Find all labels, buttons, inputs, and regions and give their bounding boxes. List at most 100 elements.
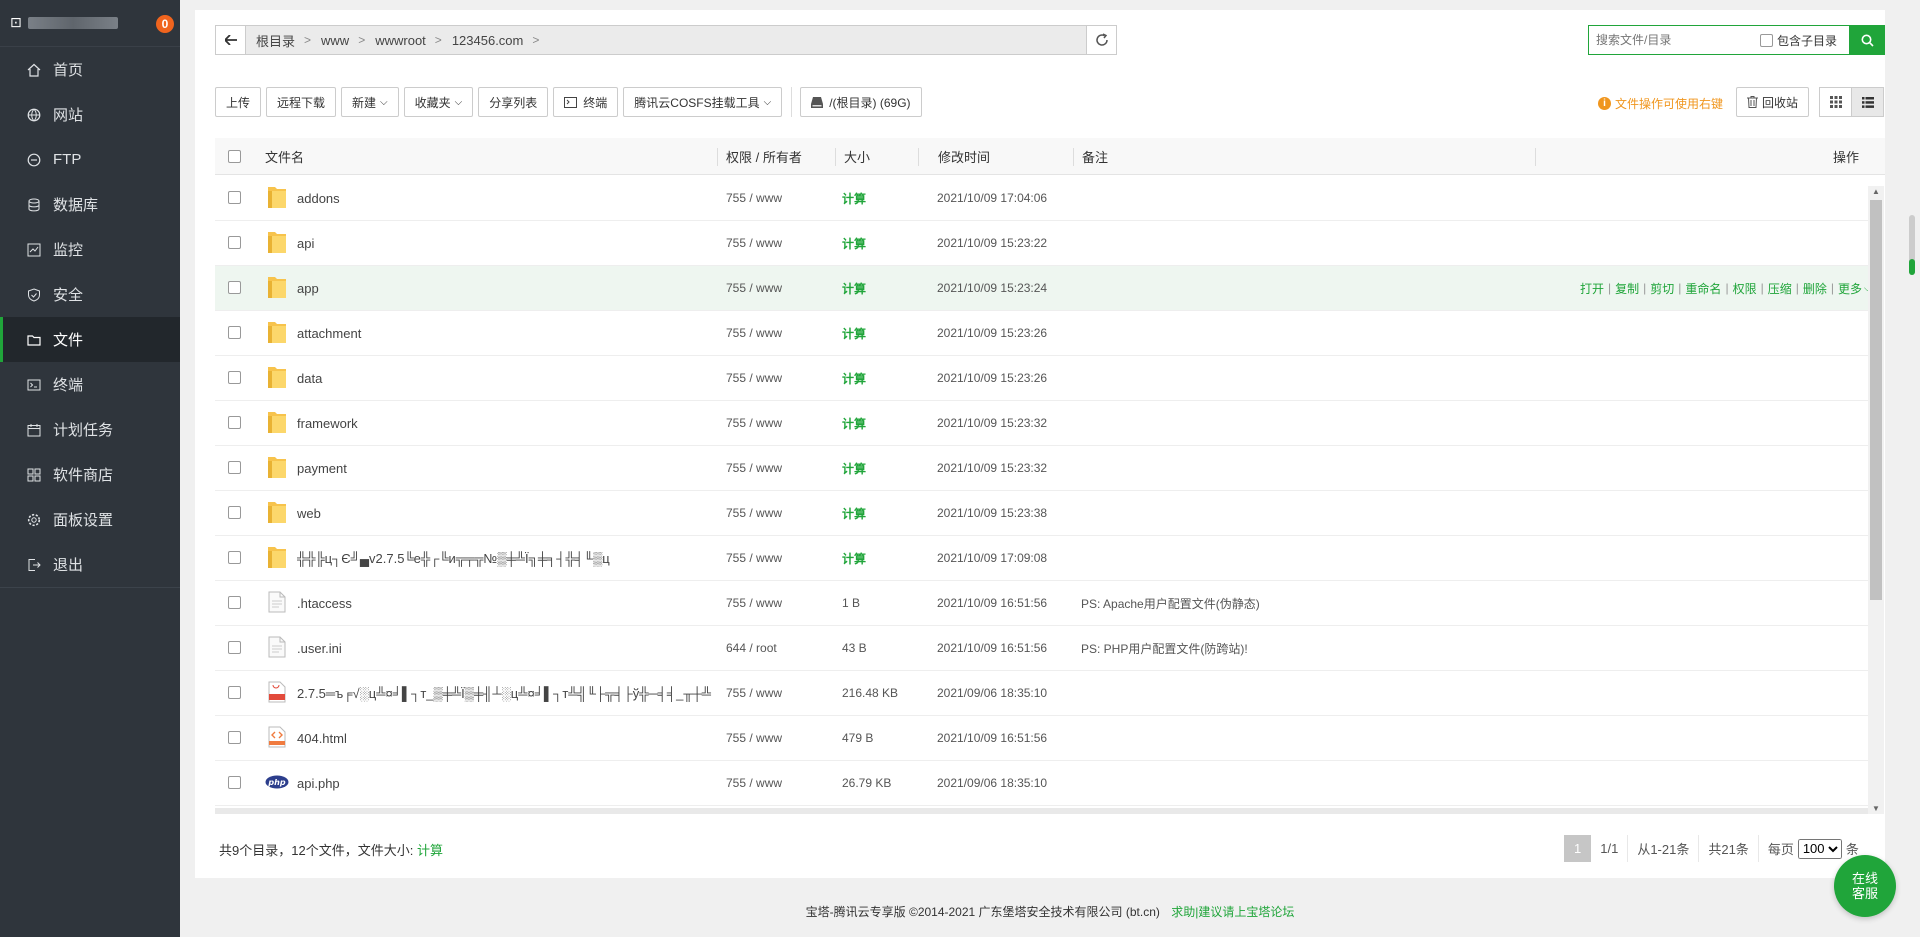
sidebar-item[interactable]: FTP	[0, 137, 180, 182]
file-name[interactable]: 2.7.5═ъ╒√░ц╩¤╛▌┐т_▒╪╩Ї▒╪╢┴░ц╩¤╛▌┐т╩╣╙├╦╡…	[297, 671, 712, 715]
recycle-bin-button[interactable]: 回收站	[1736, 87, 1810, 117]
file-name[interactable]: .user.ini	[297, 626, 712, 670]
row-checkbox[interactable]	[228, 416, 241, 429]
header-name[interactable]: 文件名	[265, 138, 304, 175]
table-row[interactable]: .htaccess 755 / www 1 B 2021/10/09 16:51:56…	[215, 581, 1868, 626]
breadcrumb-item[interactable]: wwwroot >	[375, 33, 452, 48]
upload-button[interactable]: 上传	[215, 87, 262, 117]
file-perm[interactable]: 755 / www	[726, 401, 782, 445]
per-page-select[interactable]: 100	[1797, 838, 1842, 859]
breadcrumb-item[interactable]: 根目录 >	[256, 31, 321, 50]
table-row[interactable]: payment 755 / www 计算 2021/10/09 15:23:32	[215, 446, 1868, 491]
row-action[interactable]: 复制	[1615, 280, 1639, 297]
file-note[interactable]: PS: Apache用户配置文件(伪静态)	[1081, 581, 1260, 625]
sidebar-item[interactable]: 计划任务	[0, 407, 180, 452]
sidebar-item[interactable]: 首页	[0, 47, 180, 92]
file-name[interactable]: attachment	[297, 311, 712, 355]
table-row[interactable]: data 755 / www 计算 2021/10/09 15:23:26	[215, 356, 1868, 401]
header-mtime[interactable]: 修改时间	[938, 138, 990, 175]
row-action[interactable]: 压缩	[1768, 280, 1792, 297]
row-checkbox[interactable]	[228, 506, 241, 519]
new-dropdown[interactable]: 新建 ⌵	[341, 87, 399, 117]
online-support-button[interactable]: 在线客服	[1834, 855, 1896, 917]
table-row[interactable]: api 755 / www 计算 2021/10/09 15:23:22	[215, 221, 1868, 266]
file-note[interactable]: PS: PHP用户配置文件(防跨站)!	[1081, 626, 1248, 670]
table-row[interactable]: attachment 755 / www 计算 2021/10/09 15:23:26	[215, 311, 1868, 356]
row-checkbox[interactable]	[228, 641, 241, 654]
sidebar-item[interactable]: 软件商店	[0, 452, 180, 497]
table-row[interactable]: php api.php 755 / www 26.79 KB 2021/09/06 18…	[215, 761, 1868, 806]
sidebar-item[interactable]: 数据库	[0, 182, 180, 227]
header-perm[interactable]: 权限 / 所有者	[726, 138, 802, 175]
file-perm[interactable]: 755 / www	[726, 446, 782, 490]
row-action[interactable]: 更多	[1838, 280, 1862, 297]
sidebar-item[interactable]: 安全	[0, 272, 180, 317]
file-size[interactable]: 计算	[842, 266, 866, 310]
select-all-checkbox[interactable]	[228, 150, 241, 163]
table-row[interactable]: 404.html 755 / www 479 B 2021/10/09 16:51:5…	[215, 716, 1868, 761]
list-view-button[interactable]	[1851, 87, 1884, 117]
remote-download-button[interactable]: 远程下载	[266, 87, 337, 117]
table-row[interactable]: web 755 / www 计算 2021/10/09 15:23:38	[215, 491, 1868, 536]
table-row[interactable]: addons 755 / www 计算 2021/10/09 17:04:06	[215, 176, 1868, 221]
file-name[interactable]: .htaccess	[297, 581, 712, 625]
file-name[interactable]: app	[297, 266, 712, 310]
sidebar-item[interactable]: 网站	[0, 92, 180, 137]
row-checkbox[interactable]	[228, 326, 241, 339]
row-action[interactable]: 删除	[1803, 280, 1827, 297]
table-row[interactable]: framework 755 / www 计算 2021/10/09 15:23:32	[215, 401, 1868, 446]
scroll-up-icon[interactable]: ▲	[1872, 187, 1880, 196]
file-name[interactable]: framework	[297, 401, 712, 445]
file-name[interactable]: 404.html	[297, 716, 712, 760]
row-action[interactable]: 权限	[1733, 280, 1757, 297]
row-action[interactable]: 重命名	[1685, 280, 1721, 297]
sidebar-item[interactable]: 监控	[0, 227, 180, 272]
sidebar-item[interactable]: 退出	[0, 542, 180, 587]
row-checkbox[interactable]	[228, 731, 241, 744]
table-row[interactable]: ╬╬╠ц┐Є╝▄v2.7.5╚е╬┌╚и╦╤╦№▒╪╩Ї╗╪╕┤╬╡╙▒ц 755…	[215, 536, 1868, 581]
forum-link[interactable]: 求助|建议请上宝塔论坛	[1171, 905, 1294, 919]
checkbox[interactable]	[1760, 33, 1773, 47]
row-checkbox[interactable]	[228, 371, 241, 384]
horizontal-scrollbar[interactable]	[215, 808, 1868, 814]
search-input[interactable]	[1589, 27, 1754, 53]
scrollbar-thumb[interactable]	[1870, 200, 1882, 600]
file-perm[interactable]: 755 / www	[726, 311, 782, 355]
file-name[interactable]: api	[297, 221, 712, 265]
refresh-button[interactable]	[1086, 26, 1116, 54]
sidebar-item[interactable]: 面板设置	[0, 497, 180, 542]
include-subdir-checkbox[interactable]: 包含子目录	[1760, 32, 1837, 49]
file-size[interactable]: 计算	[842, 401, 866, 445]
share-list-button[interactable]: 分享列表	[478, 87, 549, 117]
file-perm[interactable]: 755 / www	[726, 266, 782, 310]
file-size[interactable]: 计算	[842, 356, 866, 400]
file-name[interactable]: api.php	[297, 761, 712, 805]
breadcrumb-item[interactable]: www >	[321, 33, 375, 48]
file-size[interactable]: 计算	[842, 536, 866, 580]
breadcrumb-item[interactable]: 123456.com >	[452, 33, 550, 48]
file-name[interactable]: addons	[297, 176, 712, 220]
file-perm[interactable]: 755 / www	[726, 176, 782, 220]
file-size[interactable]: 计算	[842, 221, 866, 265]
file-perm[interactable]: 755 / www	[726, 761, 782, 805]
vertical-scrollbar[interactable]: ▲ ▼	[1868, 186, 1884, 814]
scroll-down-icon[interactable]: ▼	[1872, 804, 1880, 813]
row-action[interactable]: 剪切	[1650, 280, 1674, 297]
table-row[interactable]: 2.7.5═ъ╒√░ц╩¤╛▌┐т_▒╪╩Ї▒╪╢┴░ц╩¤╛▌┐т╩╣╙├╦╡…	[215, 671, 1868, 716]
file-size[interactable]: 计算	[842, 311, 866, 355]
file-perm[interactable]: 755 / www	[726, 356, 782, 400]
notification-badge[interactable]: 0	[156, 15, 174, 33]
terminal-button[interactable]: 终端	[553, 87, 619, 117]
search-button[interactable]	[1850, 25, 1885, 55]
row-checkbox[interactable]	[228, 281, 241, 294]
row-checkbox[interactable]	[228, 236, 241, 249]
row-checkbox[interactable]	[228, 776, 241, 789]
table-row[interactable]: .user.ini 644 / root 43 B 2021/10/09 16:51:…	[215, 626, 1868, 671]
header-size[interactable]: 大小	[844, 138, 870, 175]
page-current[interactable]: 1	[1564, 835, 1592, 862]
back-button[interactable]	[216, 26, 246, 54]
row-checkbox[interactable]	[228, 596, 241, 609]
sidebar-item[interactable]: 终端	[0, 362, 180, 407]
file-name[interactable]: data	[297, 356, 712, 400]
row-action[interactable]: 打开	[1580, 280, 1604, 297]
